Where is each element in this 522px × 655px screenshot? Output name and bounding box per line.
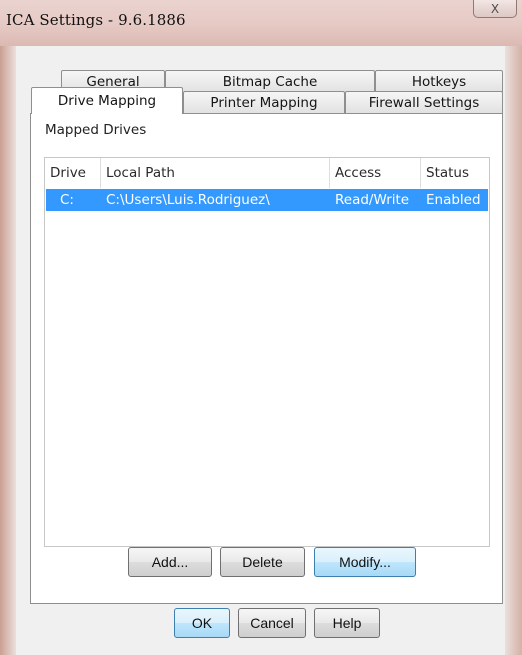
tab-firewall-settings-label: Firewall Settings — [368, 94, 480, 111]
tab-firewall-settings[interactable]: Firewall Settings — [345, 91, 503, 113]
tab-bitmap-cache-label: Bitmap Cache — [222, 73, 318, 90]
column-header-local-path-label: Local Path — [106, 165, 175, 181]
column-header-access[interactable]: Access — [330, 158, 421, 188]
delete-button[interactable]: Delete — [220, 547, 305, 577]
cell-access: Read/Write — [335, 192, 410, 208]
column-header-local-path[interactable]: Local Path — [101, 158, 330, 188]
close-button[interactable]: X — [473, 0, 517, 18]
modify-button[interactable]: Modify... — [314, 547, 416, 577]
cell-local-path: C:\Users\Luis.Rodriguez\ — [106, 192, 270, 208]
tab-hotkeys-label: Hotkeys — [411, 73, 467, 90]
window-title: ICA Settings - 9.6.1886 — [6, 11, 186, 29]
tab-printer-mapping[interactable]: Printer Mapping — [183, 91, 345, 113]
window-border-right — [505, 46, 522, 655]
title-bar: ICA Settings - 9.6.1886 X — [0, 0, 522, 46]
cell-status: Enabled — [426, 192, 481, 208]
mapped-drives-list[interactable]: Drive Local Path Access Status C: C:\Use… — [44, 157, 490, 547]
tab-drive-mapping-label: Drive Mapping — [57, 93, 157, 109]
close-icon: X — [490, 1, 500, 16]
tab-hotkeys[interactable]: Hotkeys — [375, 70, 503, 92]
mapped-drives-label: Mapped Drives — [45, 122, 147, 138]
tab-bitmap-cache[interactable]: Bitmap Cache — [165, 70, 375, 92]
column-header-status-label: Status — [426, 165, 470, 181]
cell-drive: C: — [60, 192, 74, 208]
column-header-drive[interactable]: Drive — [45, 158, 101, 188]
help-button[interactable]: Help — [314, 608, 380, 638]
tab-drive-mapping[interactable]: Drive Mapping — [31, 87, 183, 114]
table-row[interactable]: C: C:\Users\Luis.Rodriguez\ Read/Write E… — [46, 189, 488, 211]
column-header-status[interactable]: Status — [421, 158, 489, 188]
window-border-left — [0, 46, 16, 655]
tab-printer-mapping-label: Printer Mapping — [210, 94, 318, 111]
add-button[interactable]: Add... — [128, 547, 212, 577]
column-header-drive-label: Drive — [50, 165, 86, 181]
cancel-button[interactable]: Cancel — [238, 608, 306, 638]
ok-button[interactable]: OK — [174, 608, 230, 638]
column-header-access-label: Access — [335, 165, 382, 181]
